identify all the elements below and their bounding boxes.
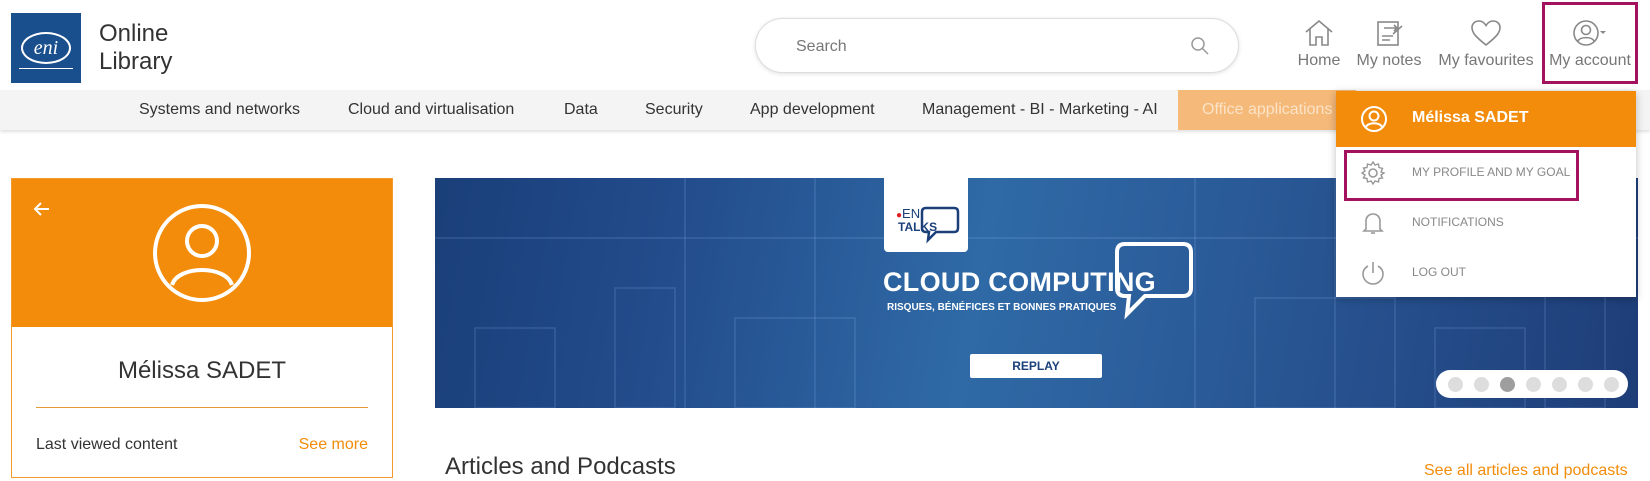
eni-talks-logo: ●ENI TALKS <box>884 178 968 252</box>
back-arrow-icon[interactable] <box>32 199 52 219</box>
menu-item-notifications-label: NOTIFICATIONS <box>1412 215 1504 229</box>
profile-divider <box>36 407 368 408</box>
last-viewed-label: Last viewed content <box>36 436 178 453</box>
see-all-articles-link[interactable]: See all articles and podcasts <box>1424 462 1628 480</box>
power-icon <box>1362 262 1384 285</box>
profile-card-header <box>12 179 392 327</box>
home-icon <box>1305 19 1333 46</box>
carousel-dot-6[interactable] <box>1578 377 1593 392</box>
header: eni Online Library Home My notes <box>0 0 1650 90</box>
carousel-dot-4[interactable] <box>1526 377 1541 392</box>
menu-item-log-out[interactable]: LOG OUT <box>1336 247 1636 297</box>
home-button[interactable]: Home <box>1296 18 1342 70</box>
logo-underline <box>19 68 73 69</box>
carousel-dot-1[interactable] <box>1448 377 1463 392</box>
carousel-dot-2[interactable] <box>1474 377 1489 392</box>
articles-heading: Articles and Podcasts <box>445 453 676 480</box>
profile-card: Mélissa SADET Last viewed content See mo… <box>11 178 393 478</box>
brand-line-1: Online <box>99 20 169 47</box>
category-office-applications[interactable]: Office applications <box>1178 90 1357 130</box>
heart-icon <box>1471 20 1501 47</box>
category-systems-networks[interactable]: Systems and networks <box>139 90 300 130</box>
category-management-bi[interactable]: Management - BI - Marketing - AI <box>922 90 1158 130</box>
carousel-dot-7[interactable] <box>1604 377 1619 392</box>
dropdown-user-name: Mélissa SADET <box>1412 109 1529 126</box>
account-highlight-box <box>1542 2 1638 84</box>
bell-icon <box>1362 213 1384 234</box>
menu-item-log-out-label: LOG OUT <box>1412 265 1467 279</box>
home-label: Home <box>1297 52 1341 69</box>
chat-bubble-icon <box>1115 242 1193 320</box>
eni-logo[interactable]: eni <box>11 13 81 83</box>
menu-item-notifications[interactable]: NOTIFICATIONS <box>1336 197 1636 247</box>
avatar-icon <box>153 204 251 302</box>
see-more-link[interactable]: See more <box>299 436 368 454</box>
banner-subtitle: RISQUES, BÉNÉFICES ET BONNES PRATIQUES <box>887 302 1117 313</box>
my-notes-button[interactable]: My notes <box>1355 18 1423 70</box>
my-notes-label: My notes <box>1356 52 1422 69</box>
my-favourites-label: My favourites <box>1438 52 1534 69</box>
profile-item-highlight-box <box>1344 150 1579 201</box>
replay-button[interactable]: REPLAY <box>970 354 1102 378</box>
brand-title[interactable]: Online Library <box>99 20 172 76</box>
carousel-dot-5[interactable] <box>1552 377 1567 392</box>
carousel-dots <box>1436 370 1628 398</box>
category-cloud-virtualisation[interactable]: Cloud and virtualisation <box>348 90 514 130</box>
user-icon <box>1361 106 1387 132</box>
profile-name: Mélissa SADET <box>117 357 287 384</box>
carousel-dot-3[interactable] <box>1500 377 1515 392</box>
category-security[interactable]: Security <box>645 90 703 130</box>
my-favourites-button[interactable]: My favourites <box>1436 18 1536 70</box>
category-data[interactable]: Data <box>564 90 598 130</box>
search-box <box>755 18 1239 73</box>
brand-line-2: Library <box>99 48 173 75</box>
dropdown-user-header[interactable]: Mélissa SADET <box>1336 91 1636 147</box>
logo-text: eni <box>21 32 71 64</box>
notes-icon <box>1377 21 1403 46</box>
search-icon[interactable] <box>1190 36 1210 56</box>
category-app-development[interactable]: App development <box>750 90 875 130</box>
search-input[interactable] <box>794 33 1178 61</box>
speech-bubble-icon <box>920 206 960 244</box>
